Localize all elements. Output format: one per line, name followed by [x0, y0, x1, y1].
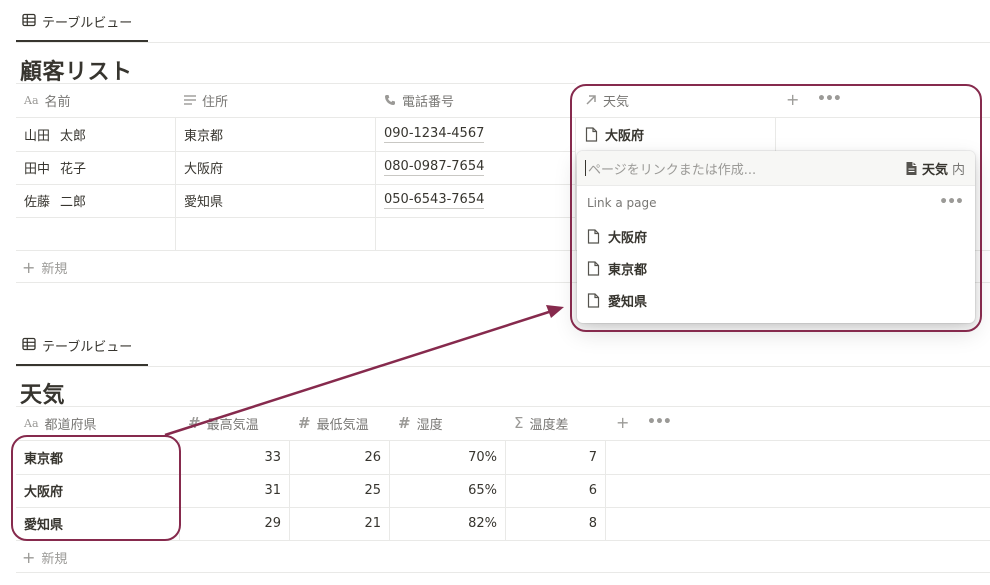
annotation-arrow: [164, 305, 564, 437]
